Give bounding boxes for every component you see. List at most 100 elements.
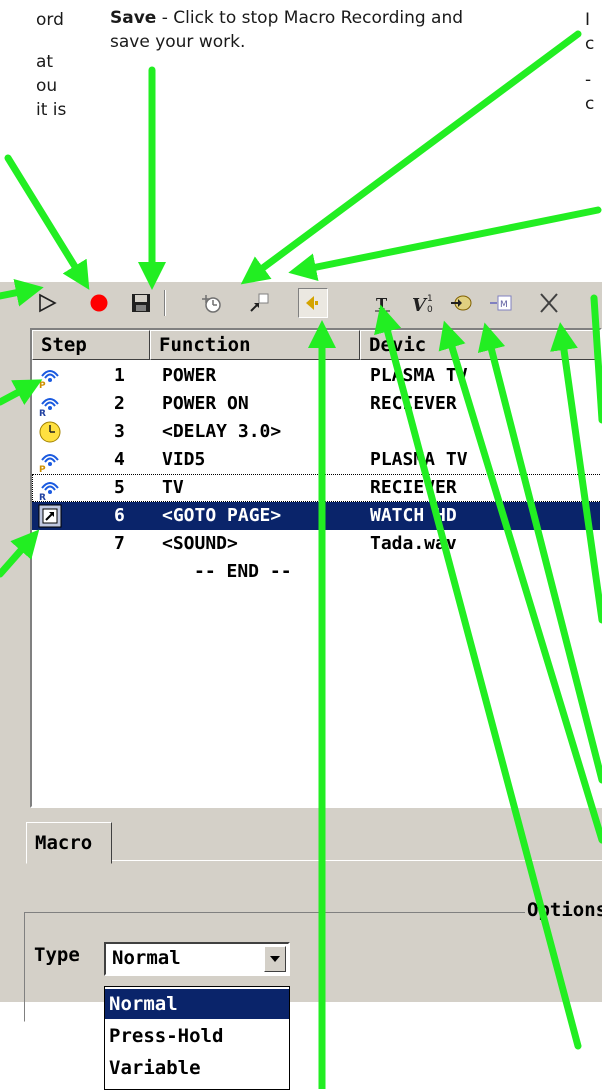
svg-text:P: P [39, 465, 46, 473]
delay-button[interactable] [196, 288, 226, 318]
step-device: WATCH HD [370, 505, 457, 526]
variable-icon: V 1 0 [412, 294, 433, 315]
arrow-to-sound [288, 206, 602, 281]
step-function: POWER ON [162, 393, 249, 414]
device-button[interactable] [446, 288, 476, 318]
macro-icon: M [490, 295, 512, 311]
type-dropdown-list[interactable]: Normal Press-Hold Variable [104, 986, 290, 1090]
goto-page-icon [37, 503, 63, 529]
tab-macro[interactable]: Macro [26, 822, 112, 864]
cut-button[interactable] [534, 288, 564, 318]
table-row[interactable]: 3 <DELAY 3.0> [32, 418, 600, 446]
variable-button[interactable]: V 1 0 [410, 288, 440, 318]
cut-icon [540, 293, 558, 313]
type-option-variable[interactable]: Variable [105, 1053, 289, 1083]
step-number: 4 [114, 449, 125, 470]
svg-text:0: 0 [427, 305, 433, 315]
save-icon [132, 294, 150, 312]
annotation-line: I [585, 10, 591, 30]
step-device: Tada.wav [370, 533, 457, 554]
play-button[interactable] [32, 288, 62, 318]
column-header-function[interactable]: Function [150, 330, 360, 360]
annotation-line [36, 32, 96, 50]
table-row[interactable]: 7 <SOUND> Tada.wav [32, 530, 600, 558]
annotation-line: at [36, 52, 54, 72]
annotation-line: ord [36, 10, 64, 30]
device-icon [451, 295, 472, 311]
svg-text:R: R [39, 493, 46, 501]
macro-editor-window: T V 1 0 M Step Function Devic P 1 POWER … [0, 282, 602, 1022]
arrow-to-goto-page [240, 30, 582, 285]
annotation-save: Save - Click to stop Macro Recording and… [110, 6, 470, 54]
table-row[interactable]: P 1 POWER PLASMA TV [32, 362, 600, 391]
svg-text:V: V [412, 295, 428, 315]
step-function: <GOTO PAGE> [162, 505, 282, 526]
macro-button[interactable]: M [486, 288, 516, 318]
annotation-line: c [585, 34, 595, 54]
end-row: -- END -- [32, 558, 600, 586]
delay-icon [202, 295, 221, 313]
step-number: 3 [114, 421, 125, 442]
type-label: Type [34, 944, 80, 966]
annotation-line: c [585, 94, 595, 114]
tab-divider [112, 860, 602, 863]
ir-plasma-icon: P [37, 363, 63, 391]
annotation-save-title: Save [110, 8, 157, 28]
goto-page-icon [250, 293, 269, 312]
goto-page-button[interactable] [244, 288, 274, 318]
type-value: Normal [112, 947, 181, 969]
svg-text:T: T [376, 295, 388, 313]
arrow-to-record [4, 154, 90, 290]
ir-receiver-icon: R [37, 391, 63, 419]
step-number: 6 [114, 505, 125, 526]
step-number: 5 [114, 477, 125, 498]
table-row[interactable]: R 5 TV RECIEVER [32, 474, 600, 503]
svg-text:P: P [39, 381, 46, 389]
step-function: <SOUND> [162, 533, 238, 554]
record-icon [90, 294, 108, 312]
sound-icon [306, 296, 318, 310]
type-dropdown[interactable]: Normal [104, 942, 290, 976]
annotation-line: ou [36, 76, 58, 96]
options-title: Options [525, 899, 602, 921]
dropdown-button[interactable] [264, 946, 286, 972]
end-marker: -- END -- [194, 561, 292, 582]
step-function: VID5 [162, 449, 206, 470]
annotation-save-text: - Click to stop Macro Recording and save… [110, 8, 464, 52]
svg-text:R: R [39, 409, 46, 417]
step-function: POWER [162, 365, 217, 386]
toolbar: T V 1 0 M [0, 282, 602, 322]
type-option-press-hold[interactable]: Press-Hold [105, 1021, 289, 1051]
step-device: RECIEVER [370, 477, 457, 498]
annotation-top-left: ord at ou it is [36, 8, 96, 122]
ir-plasma-icon: P [37, 447, 63, 475]
text-button[interactable]: T [368, 288, 398, 318]
step-number: 2 [114, 393, 125, 414]
step-device: RECIEVER [370, 393, 457, 414]
macro-step-list[interactable]: Step Function Devic P 1 POWER PLASMA TV … [30, 328, 602, 808]
column-header-step[interactable]: Step [32, 330, 150, 360]
toolbar-separator [164, 290, 166, 316]
step-device: PLASMA TV [370, 365, 468, 386]
type-option-normal[interactable]: Normal [105, 989, 289, 1019]
step-number: 7 [114, 533, 125, 554]
annotation-line: - [585, 70, 592, 90]
table-row-selected[interactable]: 6 <GOTO PAGE> WATCH HD [32, 502, 600, 530]
column-header-device[interactable]: Devic [360, 330, 600, 360]
ir-receiver-icon: R [37, 475, 63, 503]
record-button[interactable] [84, 288, 114, 318]
sound-button[interactable] [298, 288, 328, 318]
chevron-down-icon [270, 956, 280, 962]
svg-text:1: 1 [427, 294, 433, 304]
play-icon [39, 293, 57, 313]
table-row[interactable]: R 2 POWER ON RECIEVER [32, 390, 600, 419]
annotation-top-right: I c - c [585, 8, 602, 116]
svg-text:M: M [500, 300, 508, 310]
table-row[interactable]: P 4 VID5 PLASMA TV [32, 446, 600, 475]
step-function: <DELAY 3.0> [162, 421, 282, 442]
annotation-line: it is [36, 100, 67, 120]
step-function: TV [162, 477, 184, 498]
clock-icon [37, 419, 63, 445]
save-button[interactable] [126, 288, 156, 318]
step-device: PLASMA TV [370, 449, 468, 470]
